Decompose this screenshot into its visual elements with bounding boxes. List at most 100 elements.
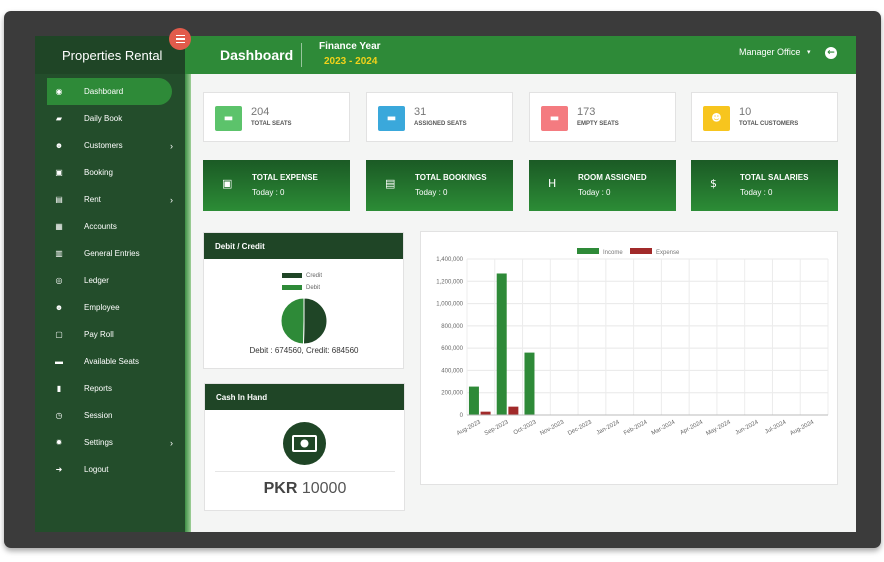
sidebar-item-employee[interactable]: ☻ Employee	[35, 294, 185, 321]
device-frame: Properties Rental ◉ Dashboard ▰ Daily Book ☻…	[4, 11, 881, 548]
menu-toggle-icon[interactable]	[169, 28, 191, 50]
bar-income-sep-2023[interactable]	[496, 273, 507, 415]
x-tick-label: Apr-2024	[679, 419, 704, 436]
stat-value: 173	[577, 106, 596, 118]
sidebar-item-label: Booking	[84, 168, 113, 177]
income-expense-chart-panel: Income Expense 0 200,000 400,000 600,000 800,0…	[420, 231, 838, 485]
y-tick-label: 400,000	[441, 368, 463, 374]
sidebar-item-logout[interactable]: ➜ Logout	[35, 456, 185, 483]
sidebar-item-label: Employee	[84, 303, 120, 312]
sidebar-item-reports[interactable]: ▮ Reports	[35, 375, 185, 402]
cash-amount: PKR 10000	[205, 480, 405, 498]
sidebar-item-pay-roll[interactable]: ▢ Pay Roll	[35, 321, 185, 348]
caret-down-icon[interactable]: ▾	[807, 48, 811, 56]
bed-icon: ▬	[541, 106, 568, 131]
stat-card[interactable]: ▬ 204 TOTAL SEATS	[203, 92, 350, 142]
x-tick-label: Nov-2023	[539, 419, 565, 437]
sidebar-item-rent[interactable]: ▤ Rent ›	[35, 186, 185, 213]
x-tick-label: Jul-2024	[764, 419, 788, 435]
summary-card[interactable]: ▣ TOTAL EXPENSE Today : 0	[203, 160, 350, 211]
legend-swatch-expense	[630, 248, 652, 254]
summary-title: ROOM ASSIGNED	[578, 173, 647, 182]
divider	[215, 471, 395, 472]
document-icon: ▮	[56, 384, 62, 393]
summary-today: Today : 0	[415, 188, 448, 197]
pie-slice-debit[interactable]	[280, 297, 305, 345]
stat-value: 204	[251, 106, 270, 118]
bar-expense-sep-2023[interactable]	[508, 406, 519, 415]
summary-card[interactable]: ▤ TOTAL BOOKINGS Today : 0	[366, 160, 513, 211]
sidebar: Properties Rental ◉ Dashboard ▰ Daily Book ☻…	[35, 36, 185, 532]
bed-icon: ▬	[378, 106, 405, 131]
summary-today: Today : 0	[578, 188, 611, 197]
x-tick-label: Jan-2024	[596, 419, 621, 436]
stat-card[interactable]: ▬ 173 EMPTY SEATS	[529, 92, 676, 142]
stat-card[interactable]: ▬ 31 ASSIGNED SEATS	[366, 92, 513, 142]
sidebar-item-label: Reports	[84, 384, 113, 393]
bar-income-aug-2023[interactable]	[468, 386, 479, 415]
calendar-icon: ▣	[55, 168, 63, 177]
cash-in-hand-panel: Cash In Hand PKR 10000	[204, 383, 405, 511]
cash-in-hand-title: Cash In Hand	[205, 384, 404, 410]
debit-credit-panel: Debit / Credit Credit Debit Debit : 6745…	[203, 232, 404, 369]
x-tick-label: Aug-2024	[789, 419, 815, 437]
sidebar-item-label: Session	[84, 411, 113, 420]
eye-icon: ◎	[55, 276, 63, 285]
sidebar-item-label: Daily Book	[84, 114, 123, 123]
finance-year-value: 2023 - 2024	[324, 56, 378, 67]
sidebar-item-dashboard[interactable]: ◉ Dashboard	[47, 78, 172, 105]
y-tick-label: 1,400,000	[436, 257, 463, 263]
sidebar-item-label: Logout	[84, 465, 109, 474]
currency: PKR	[263, 480, 298, 497]
legend-label-income: Income	[603, 250, 623, 256]
summary-today: Today : 0	[252, 188, 285, 197]
sidebar-item-label: Available Seats	[84, 357, 139, 366]
sidebar-item-ledger[interactable]: ◎ Ledger	[35, 267, 185, 294]
sidebar-item-label: Ledger	[84, 276, 109, 285]
sidebar-item-daily-book[interactable]: ▰ Daily Book	[35, 105, 185, 132]
clock-icon: ◷	[55, 411, 63, 420]
y-tick-label: 600,000	[441, 346, 463, 352]
summary-title: TOTAL EXPENSE	[252, 173, 318, 182]
top-header: Dashboard Finance Year 2023 - 2024 Manag…	[185, 36, 856, 74]
back-arrow-icon[interactable]: ←	[825, 47, 837, 59]
sidebar-item-booking[interactable]: ▣ Booking	[35, 159, 185, 186]
bar-expense-aug-2023[interactable]	[480, 411, 491, 415]
sidebar-item-label: General Entries	[84, 249, 140, 258]
dollar-icon: $	[710, 177, 717, 190]
y-tick-label: 1,200,000	[436, 279, 463, 285]
x-tick-label: Sep-2023	[484, 419, 510, 437]
pie-slice-credit[interactable]	[302, 297, 328, 345]
sidebar-item-accounts[interactable]: ▦ Accounts	[35, 213, 185, 240]
legend-label-expense: Expense	[656, 250, 680, 256]
sidebar-item-general-entries[interactable]: ▥ General Entries	[35, 240, 185, 267]
sidebar-item-session[interactable]: ◷ Session	[35, 402, 185, 429]
sidebar-item-label: Rent	[84, 195, 101, 204]
stat-label: EMPTY SEATS	[577, 121, 619, 127]
sidebar-item-label: Settings	[84, 438, 113, 447]
stat-label: TOTAL CUSTOMERS	[739, 121, 799, 127]
stat-card[interactable]: ☻ 10 TOTAL CUSTOMERS	[691, 92, 838, 142]
stat-value: 10	[739, 106, 752, 118]
logout-icon: ➜	[55, 465, 63, 474]
sidebar-item-label: Pay Roll	[84, 330, 114, 339]
sidebar-item-customers[interactable]: ☻ Customers ›	[35, 132, 185, 159]
users-icon: ☻	[54, 303, 64, 312]
book-icon: ▰	[55, 114, 63, 123]
bar-income-oct-2023[interactable]	[524, 352, 535, 415]
summary-card[interactable]: H ROOM ASSIGNED Today : 0	[529, 160, 676, 211]
x-tick-label: Jun-2024	[735, 419, 760, 436]
office-dropdown[interactable]: Manager Office	[739, 47, 800, 57]
sidebar-item-available-seats[interactable]: ▬ Available Seats	[35, 348, 185, 375]
stat-value: 31	[414, 106, 427, 118]
legend-swatch-income	[577, 248, 599, 254]
users-icon: ☻	[703, 106, 730, 131]
chevron-right-icon: ›	[170, 194, 173, 205]
summary-card[interactable]: $ TOTAL SALARIES Today : 0	[691, 160, 838, 211]
brand-title: Properties Rental	[35, 36, 185, 74]
x-tick-label: Feb-2024	[623, 419, 649, 437]
income-expense-bar-chart: Income Expense 0 200,000 400,000 600,000 800,0…	[436, 248, 829, 437]
users-icon: ☻	[54, 141, 64, 150]
sidebar-item-settings[interactable]: ✹ Settings ›	[35, 429, 185, 456]
money-icon: ▣	[222, 177, 233, 190]
